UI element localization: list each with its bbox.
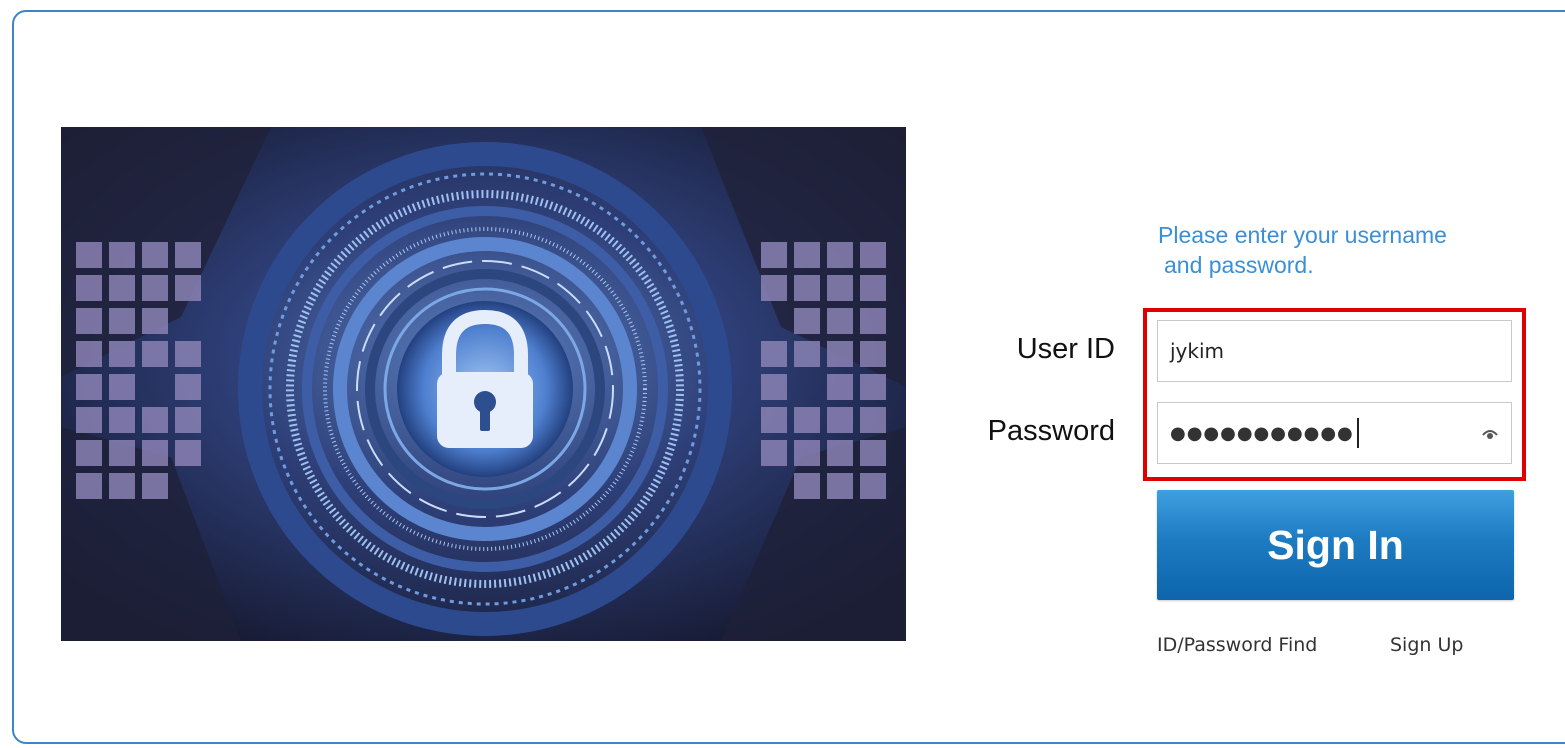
security-hero-image <box>61 127 906 641</box>
sign-in-button[interactable]: Sign In <box>1157 490 1514 600</box>
credentials-highlight-box <box>1143 308 1526 481</box>
userid-label: User ID <box>1016 333 1115 365</box>
sign-up-link[interactable]: Sign Up <box>1390 634 1463 656</box>
instructions-line-1: Please enter your username <box>1158 222 1447 248</box>
id-password-find-link[interactable]: ID/Password Find <box>1157 634 1317 656</box>
instructions-line-2: and password. <box>1164 252 1314 278</box>
padlock-icon <box>61 127 906 641</box>
password-label: Password <box>987 415 1115 447</box>
login-instructions: Please enter your username and password. <box>1158 220 1558 280</box>
